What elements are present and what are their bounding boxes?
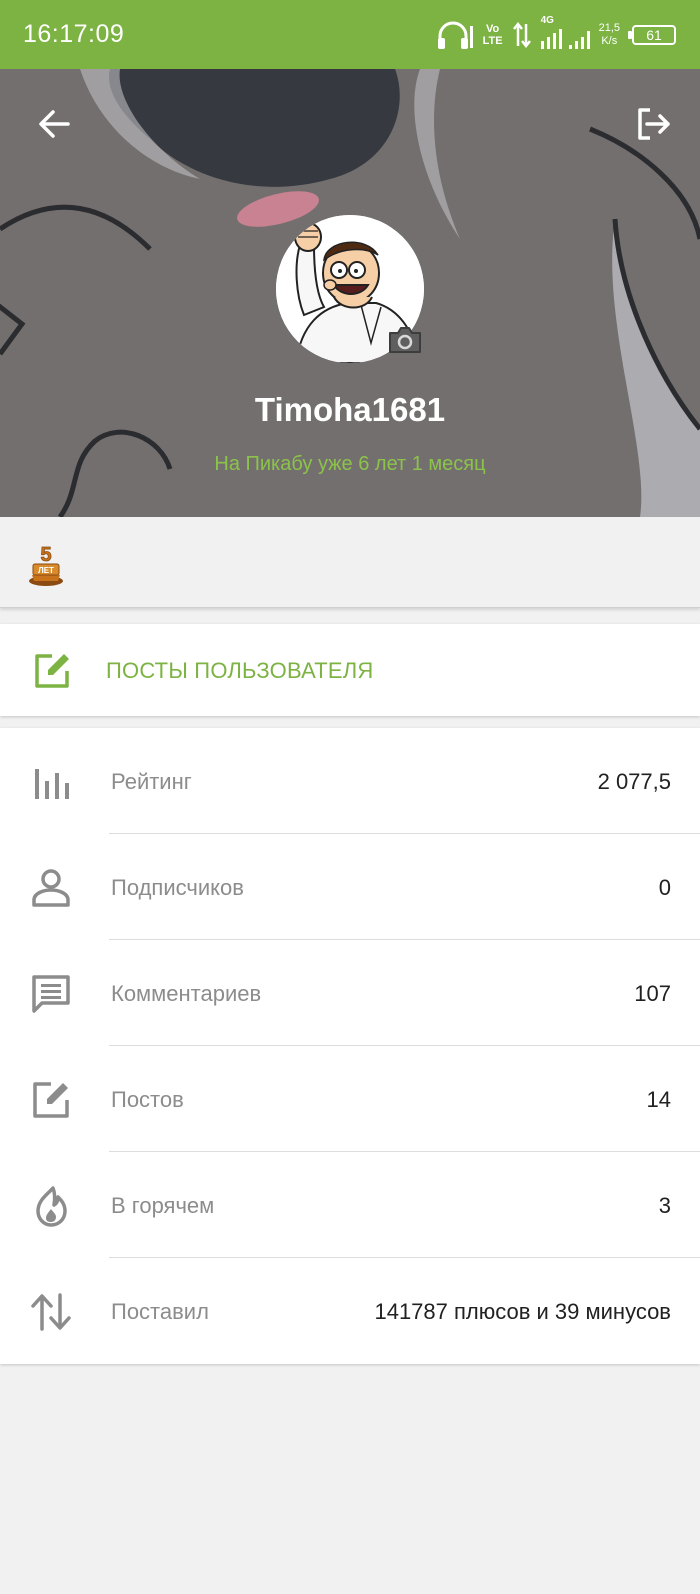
camera-icon [389,327,421,353]
stat-row-subscribers: Подписчиков 0 [0,834,700,940]
status-time: 16:17:09 [23,20,125,48]
stat-label: Постов [111,1087,184,1112]
data-arrows-icon [512,22,531,48]
rating-icon [35,769,69,799]
stat-label: Поставил [111,1299,209,1324]
edit-icon [35,654,69,688]
signal-icon: 4G [540,15,590,49]
edit-icon [33,1082,69,1118]
stat-value: 107 [634,981,671,1006]
comments-icon [32,975,70,1013]
flame-icon [36,1186,67,1227]
stat-label: Рейтинг [111,769,192,794]
stat-row-comments: Комментариев 107 [0,940,700,1046]
logout-button[interactable] [626,96,682,152]
back-arrow-icon [39,110,70,138]
stat-row-hot: В горячем 3 [0,1152,700,1258]
awards-bar: 5 ЛЕТ [0,517,700,608]
award-text: ЛЕТ [38,566,54,575]
stat-value: 0 [658,875,671,900]
profile-header: Timoha1681 На Пикабу уже 6 лет 1 месяц [0,69,700,517]
award-number: 5 [40,544,51,566]
award-5-years-icon: 5 ЛЕТ [29,544,63,586]
stat-value: 141787 плюсов и 39 минусов [374,1299,671,1324]
headphones-icon [437,21,473,49]
stat-value: 2 077,5 [597,769,671,794]
change-avatar-button[interactable] [386,323,424,357]
person-icon [32,869,70,907]
volte-icon: Vo LTE [482,23,503,47]
stat-row-votes: Поставил 141787 плюсов и 39 минусов [0,1258,700,1364]
stat-label: Комментариев [111,981,262,1006]
status-icons: Vo LTE 4G 21,5 K/s 61 [436,15,676,54]
stat-value: 3 [658,1193,671,1218]
stat-row-posts: Постов 14 [0,1046,700,1152]
battery-icon: 61 [628,25,676,45]
logout-icon [638,108,670,140]
stat-label: Подписчиков [111,875,244,900]
stats-list: Рейтинг 2 077,5 Подписчиков 0 Комментари… [0,728,700,1364]
back-button[interactable] [26,96,82,152]
username: Timoha1681 [254,391,446,428]
member-since: На Пикабу уже 6 лет 1 месяц [214,453,486,475]
stat-value: 14 [646,1087,671,1112]
stat-label: В горячем [111,1193,215,1218]
user-posts-button[interactable]: ПОСТЫ ПОЛЬЗОВАТЕЛЯ [0,624,700,716]
user-posts-label: ПОСТЫ ПОЛЬЗОВАТЕЛЯ [106,658,374,683]
stat-row-rating: Рейтинг 2 077,5 [0,728,700,834]
award-5-years[interactable]: 5 ЛЕТ [26,541,66,587]
network-speed: 21,5 K/s [598,22,620,47]
sort-arrows-icon [31,1293,71,1331]
status-bar: 16:17:09 Vo LTE 4G 21,5 K/s 61 [0,0,700,69]
